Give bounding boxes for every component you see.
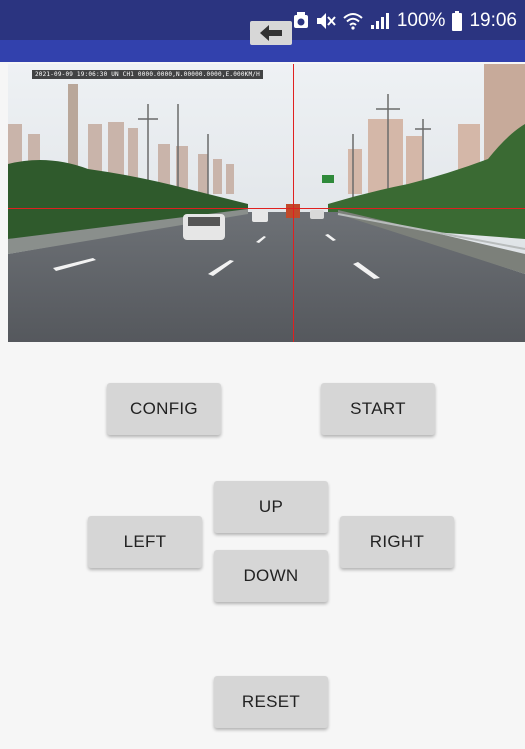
down-button[interactable]: DOWN [214, 550, 328, 602]
right-button[interactable]: RIGHT [340, 516, 454, 568]
control-panel: CONFIG START UP LEFT RIGHT DOWN RESET [0, 342, 525, 749]
up-button[interactable]: UP [214, 481, 328, 533]
camera-frame [8, 64, 525, 342]
alarm-icon [293, 12, 309, 30]
crosshair-vertical[interactable] [293, 64, 294, 342]
status-icons: 100% 19:06 [293, 8, 517, 34]
crosshair-horizontal[interactable] [8, 208, 525, 209]
battery-percent: 100% [396, 10, 446, 31]
video-preview[interactable]: 2021-09-09 19:06:30 UN CH1 0000.0000,N.0… [8, 64, 525, 342]
mute-icon [316, 12, 336, 30]
left-button[interactable]: LEFT [88, 516, 202, 568]
wifi-icon [343, 12, 363, 30]
video-osd: 2021-09-09 19:06:30 UN CH1 0000.0000,N.0… [32, 70, 263, 79]
signal-icon [370, 12, 390, 30]
reset-button[interactable]: RESET [214, 676, 328, 728]
config-button[interactable]: CONFIG [107, 383, 221, 435]
back-button[interactable] [250, 21, 292, 45]
battery-icon [452, 11, 463, 31]
start-button[interactable]: START [321, 383, 435, 435]
status-time: 19:06 [469, 10, 517, 31]
back-arrow-icon [260, 25, 282, 41]
